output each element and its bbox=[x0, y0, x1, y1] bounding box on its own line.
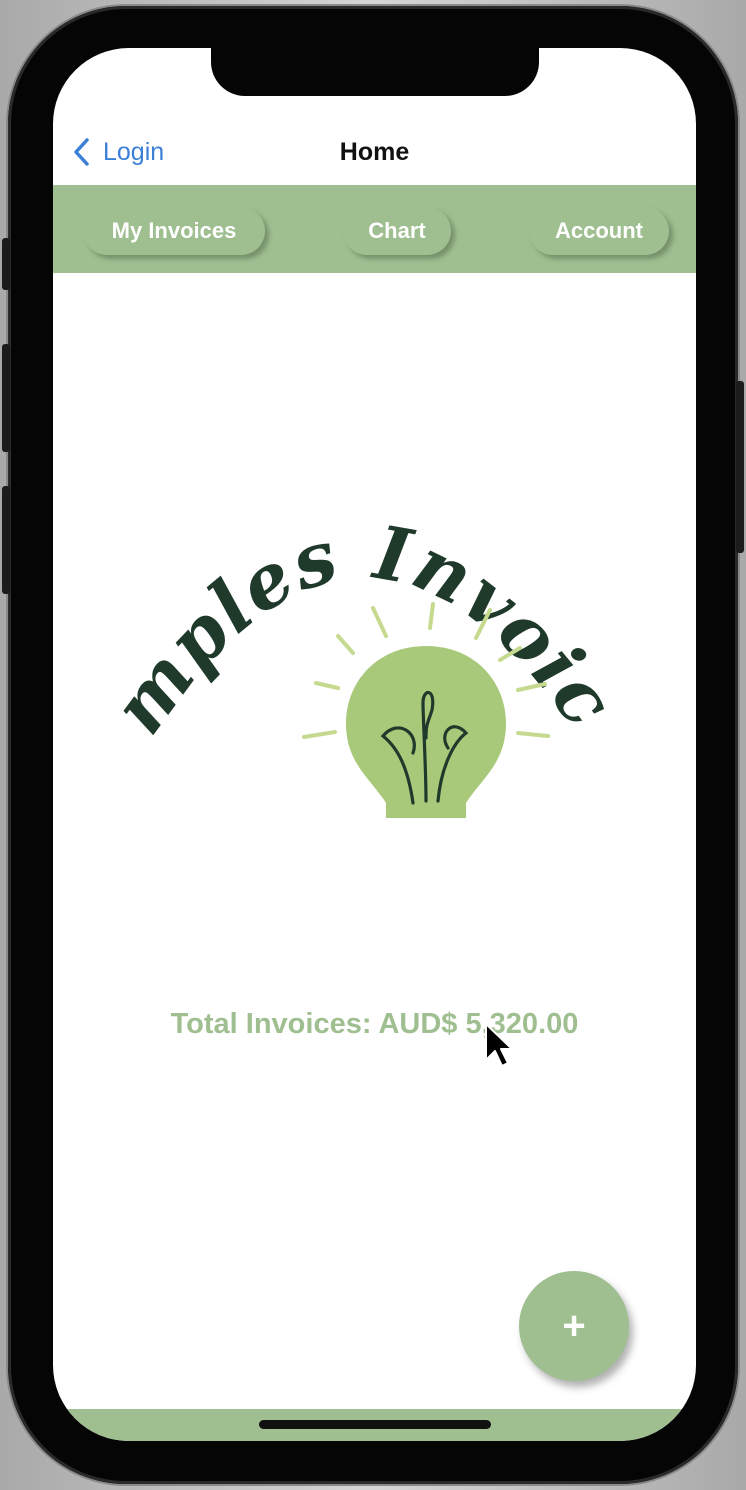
page-title: Home bbox=[339, 138, 410, 166]
device-notch bbox=[211, 48, 539, 96]
tab-account-label: Account bbox=[555, 218, 643, 243]
home-indicator[interactable] bbox=[259, 1420, 491, 1429]
plus-icon: + bbox=[562, 1303, 586, 1348]
power-button bbox=[736, 381, 744, 553]
app-screen: Login Home My Invoices Chart Account Sim… bbox=[53, 48, 696, 1441]
logo-graphic: Simples Invoices bbox=[80, 350, 629, 852]
device-frame-backdrop: Login Home My Invoices Chart Account Sim… bbox=[0, 0, 746, 1490]
app-logo: Simples Invoices bbox=[80, 350, 629, 852]
tab-chart[interactable]: Chart bbox=[343, 207, 451, 255]
volume-up-button bbox=[2, 344, 10, 452]
tab-my-invoices[interactable]: My Invoices bbox=[83, 207, 265, 255]
tab-my-invoices-label: My Invoices bbox=[111, 218, 237, 243]
add-invoice-button[interactable]: + bbox=[519, 1271, 629, 1381]
navigation-bar: Login Home bbox=[53, 120, 696, 184]
silent-switch bbox=[2, 238, 10, 290]
volume-down-button bbox=[2, 486, 10, 594]
mouse-cursor-icon bbox=[485, 1023, 513, 1067]
total-invoices-text: Total Invoices: AUD$ 5,320.00 bbox=[170, 1008, 579, 1040]
top-tab-bar: My Invoices Chart Account bbox=[53, 185, 696, 273]
tab-chart-label: Chart bbox=[368, 218, 426, 243]
tab-account[interactable]: Account bbox=[529, 207, 669, 255]
